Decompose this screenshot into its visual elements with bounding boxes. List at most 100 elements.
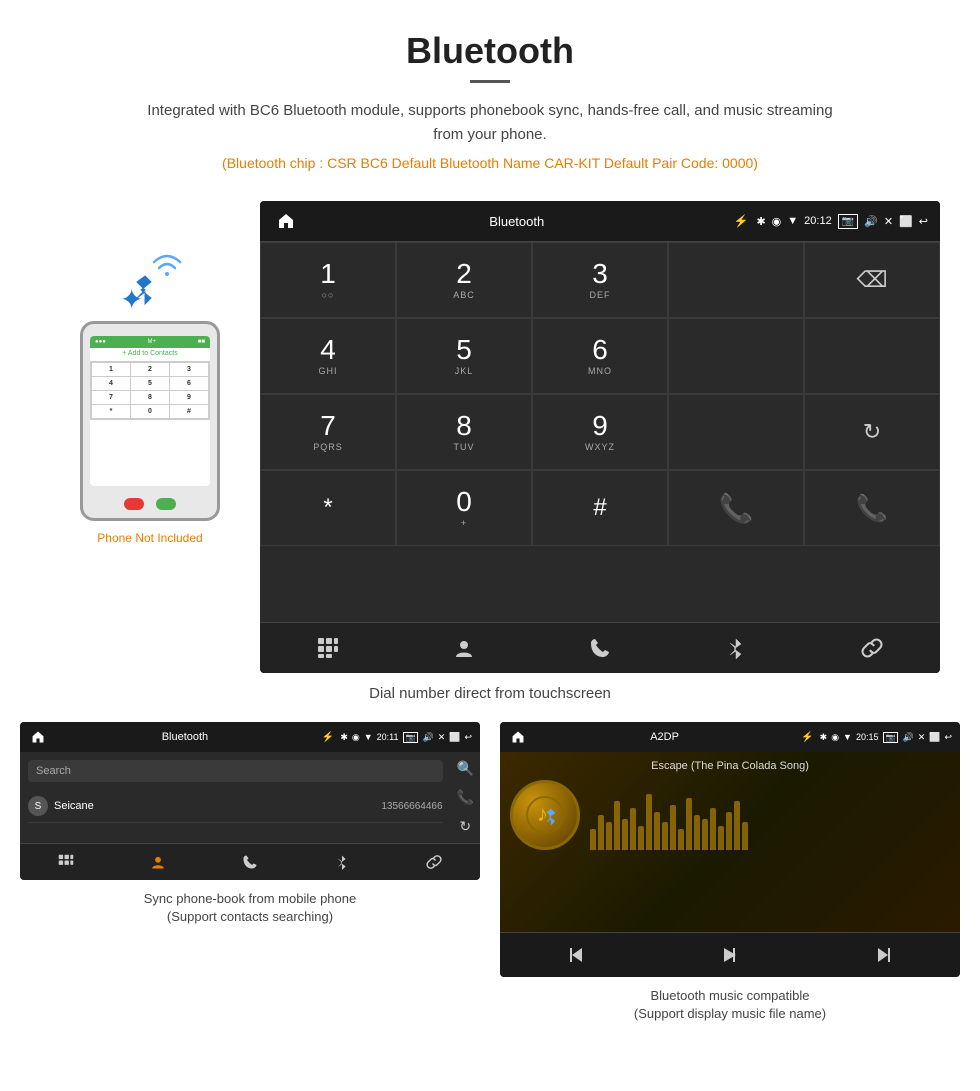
eq-bar-16: [710, 808, 716, 850]
page-description: Integrated with BC6 Bluetooth module, su…: [140, 99, 840, 147]
phonebook-status-bar: Bluetooth ⚡ ✱ ◉ ▼ 20:11 📷 🔊 ✕ ⬜ ↩: [20, 722, 480, 752]
panel-time: 20:11: [377, 732, 399, 742]
eq-bar-2: [598, 815, 604, 850]
dial-key-8[interactable]: 8 TUV: [396, 394, 532, 470]
dial-key-hash[interactable]: #: [532, 470, 668, 546]
next-btn[interactable]: [807, 933, 960, 977]
panel-nav-contacts[interactable]: [112, 844, 204, 880]
phone-bottom-bar: [124, 498, 176, 510]
music-signal-icon: ▼: [843, 732, 852, 742]
phone-carrier: M+: [148, 339, 157, 345]
phone-key-4[interactable]: 4: [92, 377, 130, 390]
contact-initial: S: [28, 796, 48, 816]
panel-nav-grid[interactable]: [20, 844, 112, 880]
home-button[interactable]: [272, 207, 300, 235]
wifi-signal-icon: [149, 246, 185, 289]
dial-key-9[interactable]: 9 WXYZ: [532, 394, 668, 470]
panel-home-btn[interactable]: [28, 727, 48, 747]
phone-screen-header: ●●● M+ ■■: [90, 336, 210, 348]
music-home-btn[interactable]: [508, 727, 528, 747]
phone-end-btn[interactable]: [124, 498, 144, 510]
add-contacts-btn[interactable]: + Add to Contacts: [90, 348, 210, 359]
refresh-action-btn[interactable]: ↻: [459, 818, 471, 835]
eq-bar-7: [638, 826, 644, 851]
refresh-icon: ↻: [863, 419, 881, 445]
dial-refresh-btn[interactable]: ↻: [804, 394, 940, 470]
phone-key-1[interactable]: 1: [92, 363, 130, 376]
search-action-btn[interactable]: 🔍: [457, 760, 474, 777]
nav-grid-btn[interactable]: [260, 623, 396, 673]
search-bar[interactable]: Search: [28, 760, 443, 782]
nav-link-btn[interactable]: [804, 623, 940, 673]
eq-bar-8: [646, 794, 652, 850]
car-screen: Bluetooth ⚡ ✱ ◉ ▼ 20:12 📷 🔊 ✕ ⬜ ↩ 1 ○○: [260, 201, 940, 673]
contact-row[interactable]: S Seicane 13566664466: [28, 790, 443, 823]
phone-key-3[interactable]: 3: [170, 363, 208, 376]
play-pause-btn[interactable]: [653, 933, 806, 977]
music-loc-icon: ◉: [831, 732, 839, 743]
phone-mockup: ●●● M+ ■■ + Add to Contacts 1 2 3 4 5 6 …: [80, 321, 220, 521]
call-action-btn[interactable]: 📞: [457, 789, 474, 806]
phone-key-0[interactable]: 0: [131, 405, 169, 418]
phone-key-star[interactable]: *: [92, 405, 130, 418]
phone-key-8[interactable]: 8: [131, 391, 169, 404]
dial-backspace-btn[interactable]: ⌫: [804, 242, 940, 318]
music-controls: [500, 932, 960, 977]
dial-key-3[interactable]: 3 DEF: [532, 242, 668, 318]
phone-key-hash[interactable]: #: [170, 405, 208, 418]
phone-battery: ■■: [198, 339, 205, 345]
dial-key-2[interactable]: 2 ABC: [396, 242, 532, 318]
phonebook-screen: Bluetooth ⚡ ✱ ◉ ▼ 20:11 📷 🔊 ✕ ⬜ ↩: [20, 722, 480, 880]
main-content: ✦ ●●● M+ ■■: [0, 201, 980, 673]
page-header: Bluetooth Integrated with BC6 Bluetooth …: [0, 0, 980, 201]
music-win-icon: ⬜: [929, 732, 940, 743]
dialpad-grid: 1 ○○ 2 ABC 3 DEF ⌫ 4 GHI 5 JKL: [260, 241, 940, 622]
music-album-art: ♪: [510, 780, 580, 850]
eq-bar-17: [718, 826, 724, 851]
dial-key-star[interactable]: *: [260, 470, 396, 546]
dial-key-4[interactable]: 4 GHI: [260, 318, 396, 394]
phone-key-5[interactable]: 5: [131, 377, 169, 390]
dial-key-1[interactable]: 1 ○○: [260, 242, 396, 318]
eq-bar-5: [622, 819, 628, 851]
dial-key-7[interactable]: 7 PQRS: [260, 394, 396, 470]
nav-bluetooth-btn[interactable]: [668, 623, 804, 673]
music-usb-icon: ⚡: [801, 732, 813, 743]
dial-key-6[interactable]: 6 MNO: [532, 318, 668, 394]
dial-end-call-btn[interactable]: 📞: [804, 470, 940, 546]
dial-empty-1: [668, 242, 804, 318]
nav-phone-btn[interactable]: [532, 623, 668, 673]
music-status-icons: ✱ ◉ ▼ 20:15 📷 🔊 ✕ ⬜ ↩: [820, 732, 952, 743]
eq-bar-13: [686, 798, 692, 851]
close-icon: ✕: [884, 215, 893, 228]
search-placeholder: Search: [36, 765, 71, 777]
phonebook-bottom-nav: [20, 843, 480, 880]
eq-bar-4: [614, 801, 620, 850]
page-info-orange: (Bluetooth chip : CSR BC6 Default Blueto…: [20, 155, 960, 171]
phone-key-2[interactable]: 2: [131, 363, 169, 376]
phone-key-6[interactable]: 6: [170, 377, 208, 390]
dial-key-0[interactable]: 0 +: [396, 470, 532, 546]
music-equalizer: [590, 780, 950, 850]
dial-empty-2: [668, 318, 804, 394]
phonebook-side-actions: 🔍 📞 ↻: [451, 752, 480, 843]
nav-contacts-btn[interactable]: [396, 623, 532, 673]
dial-key-5[interactable]: 5 JKL: [396, 318, 532, 394]
phone-signal: ●●●: [95, 339, 106, 345]
backspace-icon: ⌫: [856, 267, 887, 293]
dial-call-btn[interactable]: 📞: [668, 470, 804, 546]
page-title: Bluetooth: [20, 30, 960, 72]
music-time: 20:15: [856, 732, 879, 742]
eq-bar-10: [662, 822, 668, 850]
panel-nav-phone[interactable]: [204, 844, 296, 880]
prev-btn[interactable]: [500, 933, 653, 977]
music-bt-icon: ✱: [820, 732, 828, 743]
call-red-icon: 📞: [856, 493, 888, 524]
phonebook-main-content: Search S Seicane 13566664466: [20, 752, 451, 843]
phone-key-9[interactable]: 9: [170, 391, 208, 404]
panel-nav-bluetooth[interactable]: [296, 844, 388, 880]
phone-key-7[interactable]: 7: [92, 391, 130, 404]
signal-icon: ▼: [787, 215, 798, 227]
panel-nav-link[interactable]: [388, 844, 480, 880]
phone-call-btn[interactable]: [156, 498, 176, 510]
